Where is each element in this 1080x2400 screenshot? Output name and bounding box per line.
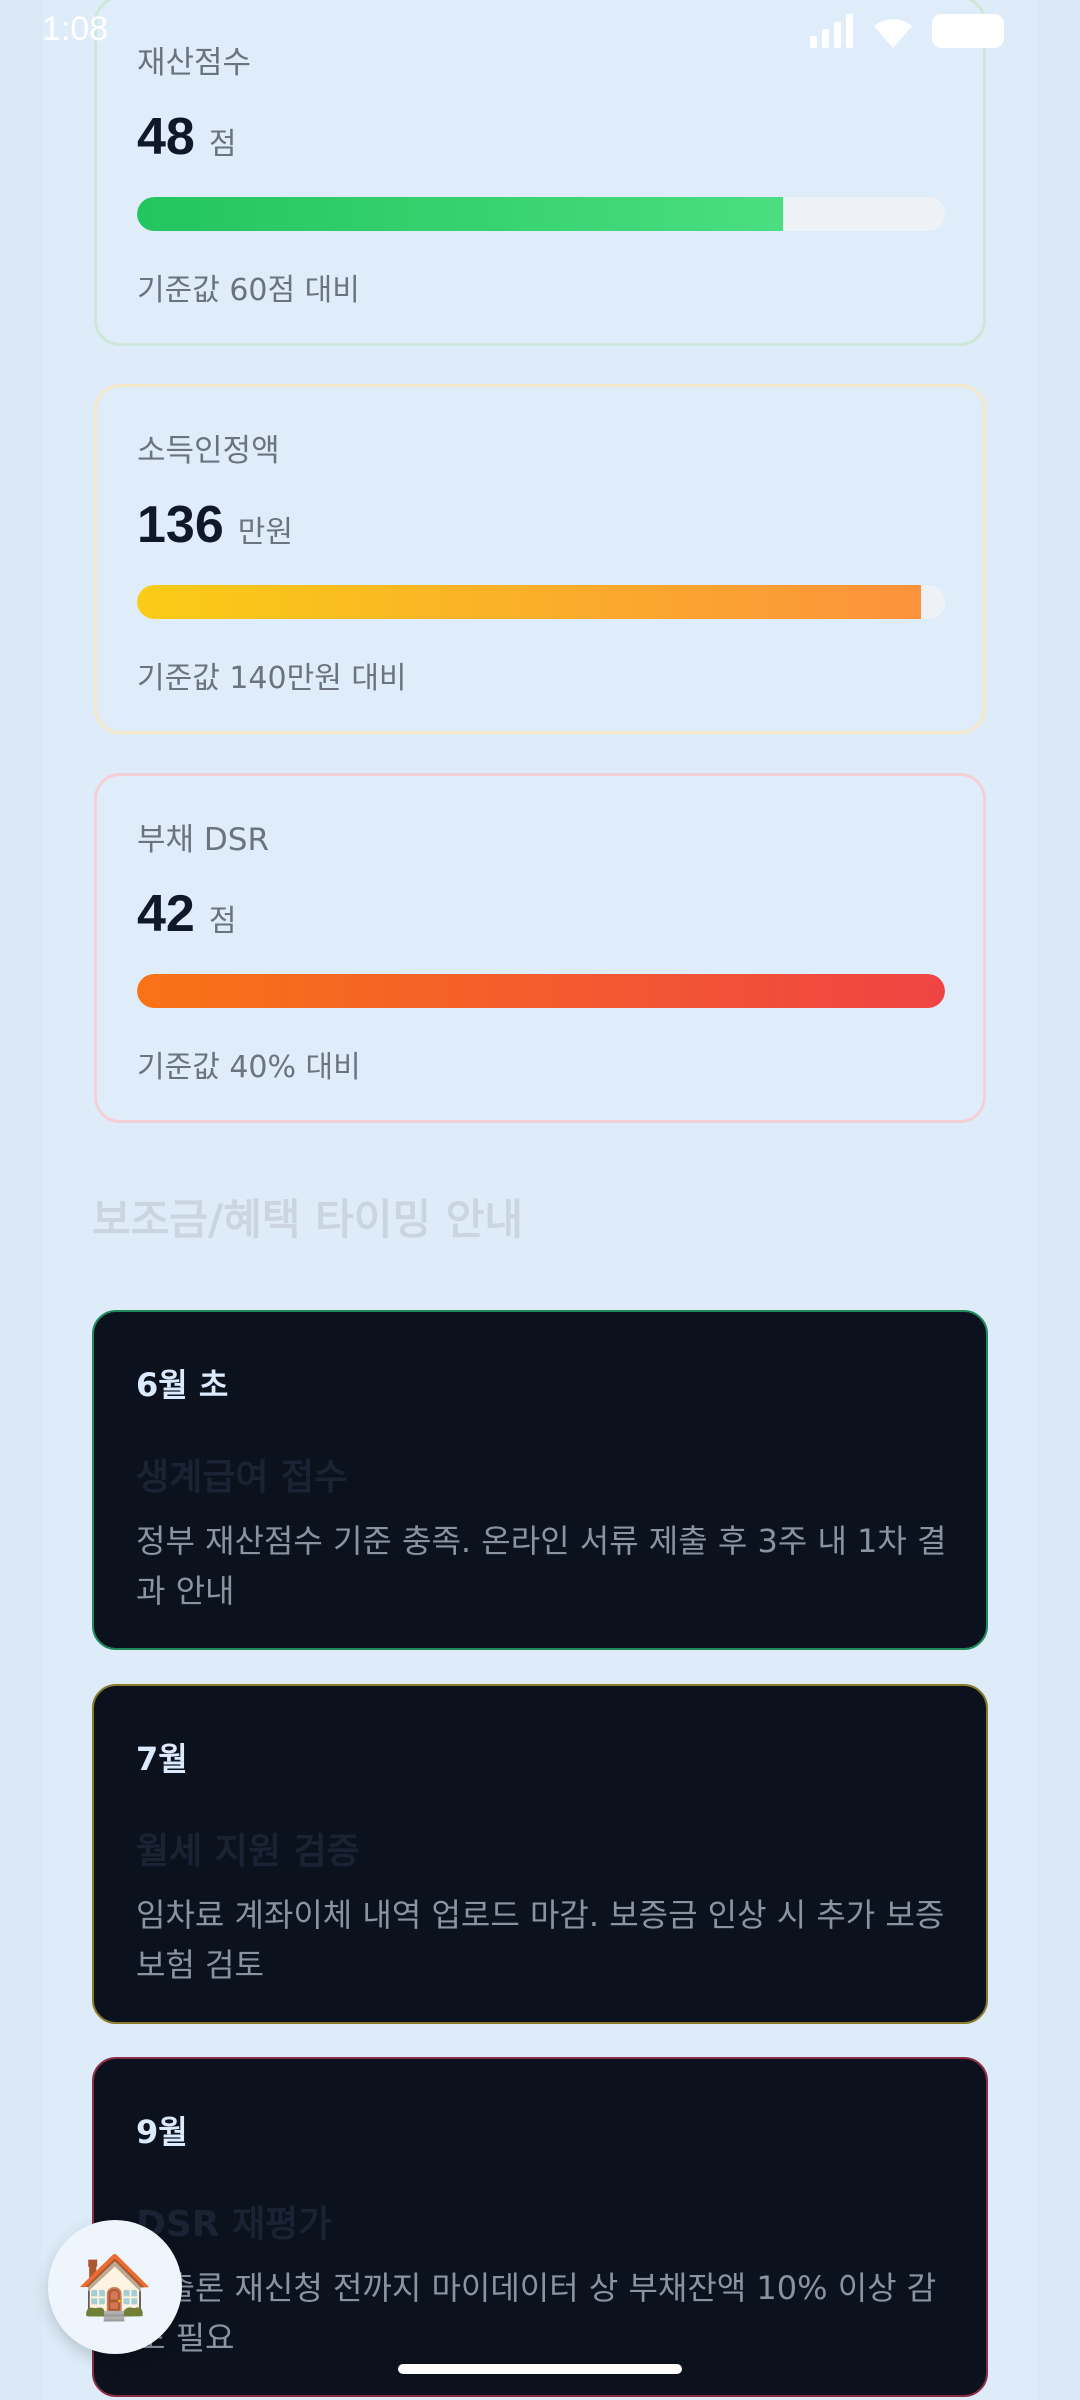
metric-number: 136 xyxy=(137,496,224,554)
timing-card-june[interactable]: 6월 초 생계급여 접수 정부 재산점수 기준 충족. 온라인 서류 제출 후 … xyxy=(92,1310,988,1650)
progress-fill xyxy=(137,974,945,1008)
status-time: 1:08 xyxy=(42,10,109,48)
metric-label: 소득인정액 xyxy=(137,433,280,469)
progress-track xyxy=(137,197,945,231)
metric-label: 부채 DSR xyxy=(137,822,269,858)
metric-note: 기준값 60점 대비 xyxy=(137,273,360,308)
timing-title: 생계급여 접수 xyxy=(136,1457,348,1498)
progress-track xyxy=(137,974,945,1008)
timing-description: 임차료 계좌이체 내역 업로드 마감. 보증금 인상 시 추가 보증보험 검토 xyxy=(136,1896,945,1984)
home-indicator[interactable] xyxy=(398,2364,682,2374)
timing-date: 7월 xyxy=(136,1740,188,1778)
metric-number: 42 xyxy=(137,885,195,943)
progress-track xyxy=(137,585,945,619)
metric-note: 기준값 140만원 대비 xyxy=(137,661,407,696)
timing-date: 9월 xyxy=(136,2113,188,2151)
status-bar: 1:08 xyxy=(0,0,1080,62)
home-button[interactable]: 🏠 xyxy=(48,2220,182,2354)
battery-icon xyxy=(932,14,1004,48)
metric-value: 48 점 xyxy=(137,107,236,167)
house-icon: 🏠 xyxy=(76,2250,154,2323)
signal-icon xyxy=(810,14,853,48)
metric-unit: 점 xyxy=(208,128,237,161)
metric-value: 136 만원 xyxy=(137,495,293,555)
timing-card-september[interactable]: 9월 DSR 재평가 대출론 재신청 전까지 마이데이터 상 부채잔액 10% … xyxy=(92,2057,988,2397)
timing-title: DSR 재평가 xyxy=(136,2204,332,2245)
timing-description: 정부 재산점수 기준 충족. 온라인 서류 제출 후 3주 내 1차 결과 안내 xyxy=(136,1522,947,1610)
metric-unit: 점 xyxy=(208,905,237,938)
timing-card-july[interactable]: 7월 월세 지원 검증 임차료 계좌이체 내역 업로드 마감. 보증금 인상 시… xyxy=(92,1684,988,2024)
status-icons xyxy=(810,14,1004,48)
metric-card-income: 소득인정액 136 만원 기준값 140만원 대비 xyxy=(94,384,986,734)
timing-date: 6월 초 xyxy=(136,1366,229,1404)
timing-title: 월세 지원 검증 xyxy=(136,1831,360,1872)
metric-value: 42 점 xyxy=(137,884,236,944)
metric-number: 48 xyxy=(137,108,195,166)
progress-fill xyxy=(137,197,784,231)
section-title: 보조금/혜택 타이밍 안내 xyxy=(92,1195,523,1244)
progress-fill xyxy=(137,585,921,619)
metric-unit: 만원 xyxy=(237,516,293,549)
metric-note: 기준값 40% 대비 xyxy=(137,1050,361,1085)
timing-description: 대출론 재신청 전까지 마이데이터 상 부채잔액 10% 이상 감소 필요 xyxy=(136,2269,937,2357)
wifi-icon xyxy=(874,19,912,48)
metric-card-debt-dsr: 부채 DSR 42 점 기준값 40% 대비 xyxy=(94,773,986,1123)
